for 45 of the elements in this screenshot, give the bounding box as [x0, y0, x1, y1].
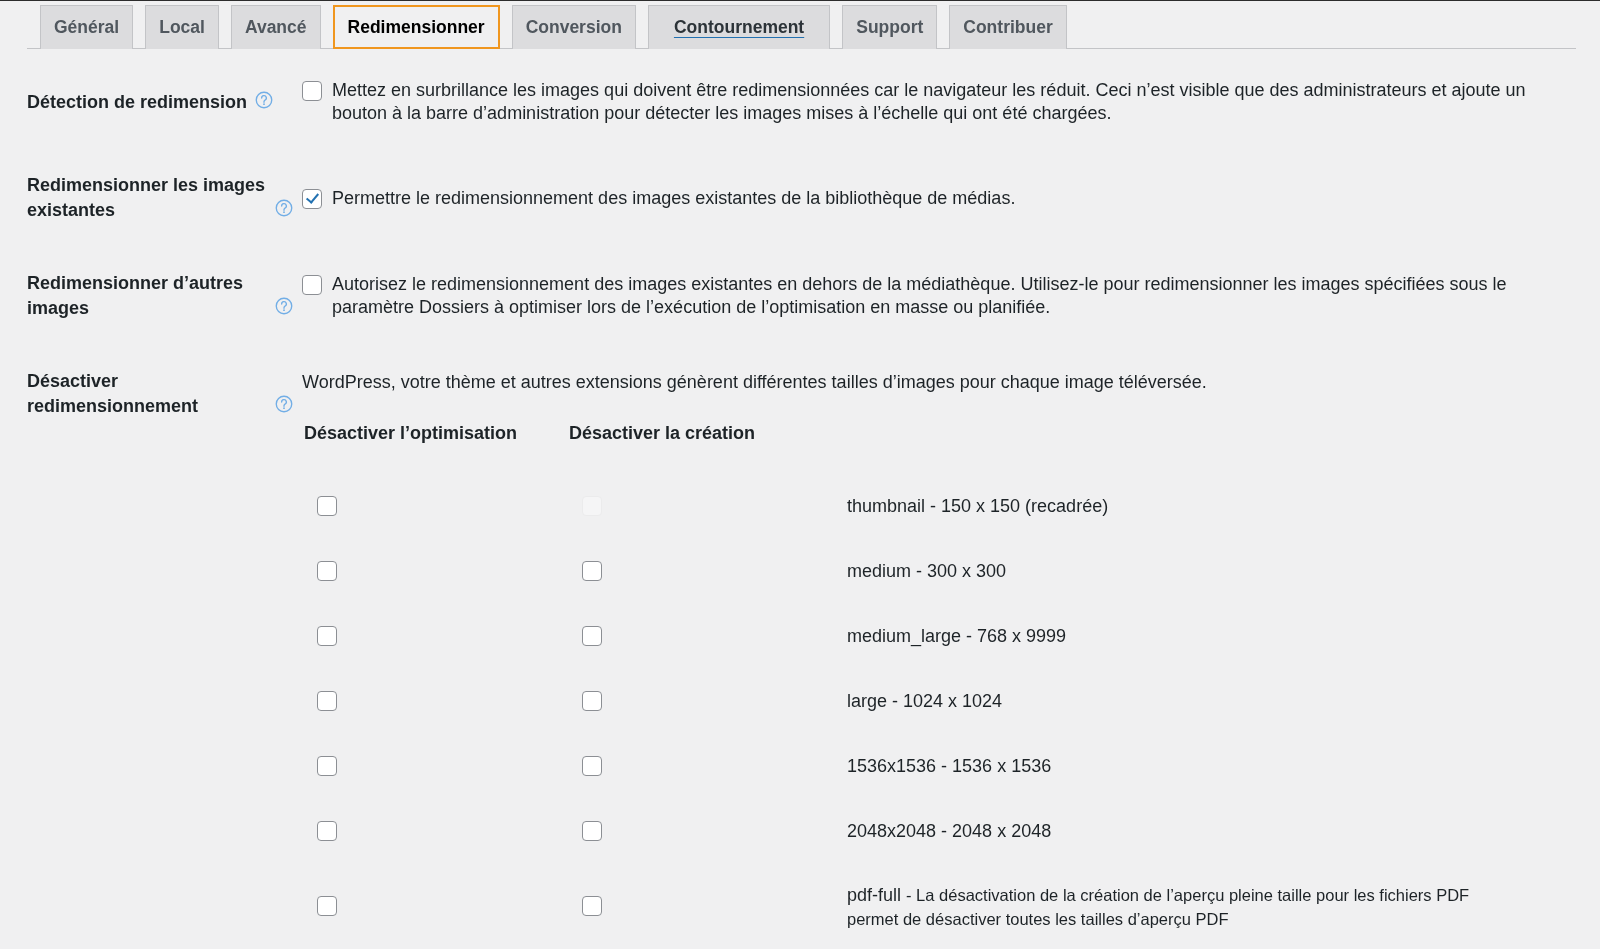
- checkbox[interactable]: [317, 625, 337, 646]
- checkbox[interactable]: [582, 820, 602, 841]
- tab[interactable]: Conversion: [511, 5, 636, 49]
- checkbox[interactable]: [317, 820, 337, 841]
- checkbox[interactable]: [317, 690, 337, 711]
- help-icon[interactable]: [275, 297, 293, 315]
- help-icon[interactable]: [275, 395, 293, 413]
- checkbox[interactable]: [302, 81, 322, 101]
- column-header: Désactiver la création: [568, 422, 757, 445]
- checkbox[interactable]: [582, 560, 602, 581]
- image-size-label: pdf-full - La désactivation de la création de l’aperçu pleine taille pour les fichiers PDF permet de désactiver toutes les tailles d’aperçu PDF: [847, 884, 1471, 930]
- setting-description: Permettre le redimensionnement des images existantes de la bibliothèque de médias.: [332, 186, 1017, 210]
- checkbox[interactable]: [582, 896, 602, 916]
- tab[interactable]: Avancé: [230, 5, 321, 49]
- image-size-label: medium_large - 768 x 9999: [847, 624, 1068, 649]
- setting-description: Autorisez le redimensionnement des images existantes en dehors de la médiathèque. Utilisez-le pour redimensionner les images spécifiées sous le paramètre Dossiers à optimiser lors de l’exécution de l’optimisation en masse ou planifiée.: [332, 273, 1508, 319]
- setting-description: Mettez en surbrillance les images qui doivent être redimensionnées car le navigateur les réduit. Ceci n’est visible que des administrateurs et ajoute un bouton à la barre d’administration pour détecter les images mises à l’échelle qui ont été chargées.: [332, 79, 1527, 125]
- checkbox[interactable]: [582, 690, 602, 711]
- checkbox[interactable]: [302, 275, 322, 295]
- checkbox[interactable]: [317, 896, 337, 916]
- help-icon[interactable]: [255, 90, 274, 109]
- setting-label: Redimensionner d’autres images: [27, 272, 245, 320]
- setting-label: Désactiver redimensionnement: [27, 370, 200, 418]
- image-size-label: 1536x1536 - 1536 x 1536: [847, 754, 1053, 778]
- tab[interactable]: Contournement: [647, 5, 831, 49]
- checkbox[interactable]: [582, 755, 602, 776]
- setting-label: Redimensionner les images existantes: [27, 174, 267, 222]
- tab[interactable]: Local: [145, 5, 219, 49]
- tab[interactable]: Contribuer: [949, 5, 1067, 49]
- checkbox[interactable]: [317, 560, 337, 581]
- checkbox[interactable]: [317, 755, 337, 776]
- tab[interactable]: Redimensionner: [332, 5, 500, 49]
- image-size-label: medium - 300 x 300: [847, 559, 1008, 583]
- checkbox[interactable]: [302, 188, 322, 209]
- image-size-label: 2048x2048 - 2048 x 2048: [847, 819, 1053, 843]
- tab[interactable]: Support: [842, 5, 938, 49]
- image-size-label: thumbnail - 150 x 150 (recadrée): [847, 494, 1110, 518]
- column-header: Désactiver l’optimisation: [303, 422, 519, 445]
- setting-label: Détection de redimension: [27, 90, 248, 114]
- image-size-label: large - 1024 x 1024: [847, 689, 1004, 713]
- setting-description: WordPress, votre thème et autres extensions génèrent différentes tailles d’images pour chaque image téléversée.: [302, 371, 1208, 394]
- checkbox[interactable]: [317, 495, 337, 516]
- help-icon[interactable]: [275, 199, 293, 217]
- tab[interactable]: Général: [40, 5, 134, 49]
- checkbox[interactable]: [582, 625, 602, 646]
